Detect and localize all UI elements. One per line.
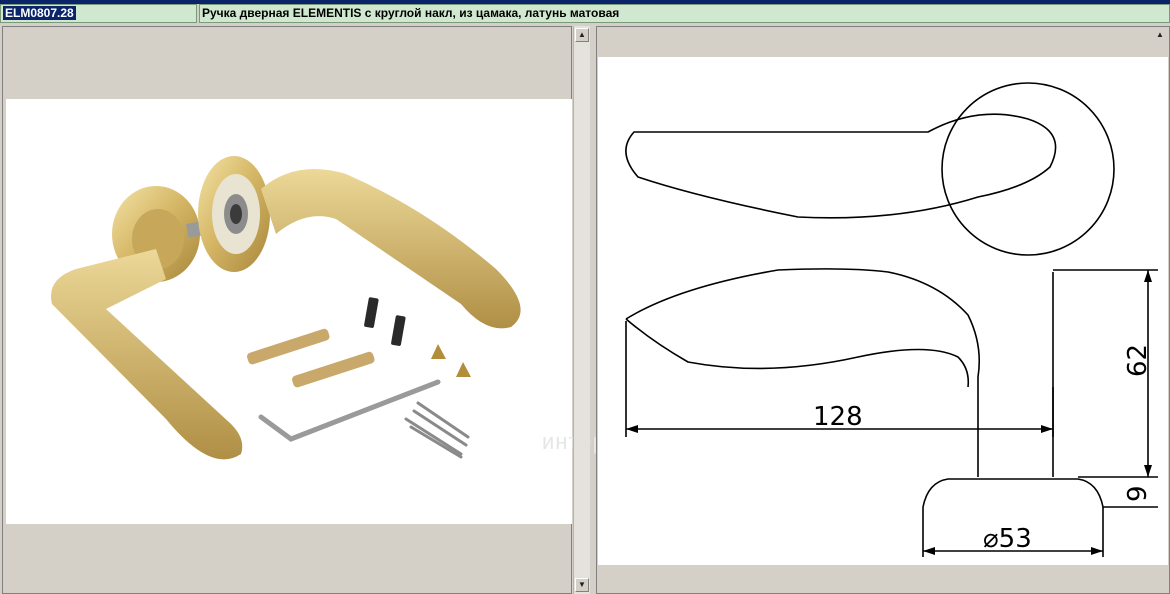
scroll-up-icon[interactable]: ▲: [575, 28, 589, 42]
handle-drawing: 128 62 9 ⌀53: [625, 82, 1158, 557]
product-name: Ручка дверная ELEMENTIS с круглой накл, …: [202, 6, 620, 20]
dim-length-label: 128: [813, 402, 863, 432]
article-code: ELM0807.28: [3, 6, 76, 20]
scroll-down-icon[interactable]: ▼: [575, 578, 589, 592]
dim-rose-diameter-label: ⌀53: [983, 524, 1032, 554]
door-handle-photo: [51, 156, 521, 460]
dim-rose-thickness-label: 9: [1123, 485, 1153, 502]
drawing-pane: ▲ 128 62 9 ⌀53: [596, 26, 1170, 594]
product-name-field[interactable]: Ручка дверная ELEMENTIS с круглой накл, …: [199, 4, 1170, 23]
vertical-scrollbar[interactable]: ▲ ▼: [573, 26, 590, 594]
technical-drawing: 128 62 9 ⌀53: [598, 57, 1168, 565]
scroll-up-icon[interactable]: ▲: [1153, 29, 1167, 43]
dim-height-label: 62: [1123, 344, 1153, 377]
product-photo: интернет-аукцион: [6, 99, 739, 524]
article-code-field[interactable]: ELM0807.28: [0, 4, 197, 23]
photo-pane: интернет-аукцион: [2, 26, 739, 594]
